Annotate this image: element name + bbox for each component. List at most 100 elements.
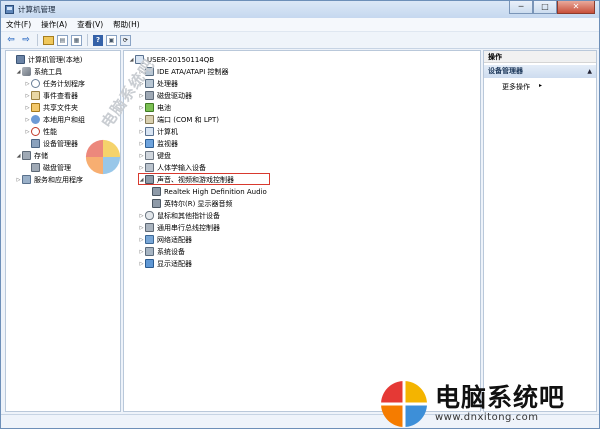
tree-item-shared-folders[interactable]: ▷ 共享文件夹 <box>24 102 78 113</box>
minimize-button[interactable]: ─ <box>509 1 533 14</box>
tree-item-label: 服务和应用程序 <box>34 175 83 184</box>
actions-section-label: 设备管理器 <box>488 67 523 75</box>
help-button[interactable]: ? <box>93 34 103 46</box>
collapse-up-icon[interactable]: ▲ <box>587 65 592 78</box>
disk-management-icon <box>31 163 40 172</box>
properties-icon[interactable]: ▦ <box>71 34 82 46</box>
tree-expander[interactable]: ◢ <box>15 153 22 159</box>
tree-item-label: 任务计划程序 <box>43 79 85 88</box>
tree-expander[interactable]: ▷ <box>138 249 145 255</box>
device-category[interactable]: ▷ 键盘 <box>138 150 171 161</box>
tree-item-label: 共享文件夹 <box>43 103 78 112</box>
device-label: 监视器 <box>157 139 178 148</box>
highlight-box <box>138 173 270 185</box>
tree-expander[interactable]: ▷ <box>138 117 145 123</box>
tree-expander[interactable]: ▷ <box>24 105 31 111</box>
device-category[interactable]: ▷ 系统设备 <box>138 246 185 257</box>
tree-expander[interactable]: ▷ <box>24 129 31 135</box>
scan-hardware-icon[interactable]: ⟳ <box>120 34 131 46</box>
window-title: 计算机管理 <box>18 5 56 14</box>
device-category[interactable]: ▷ 通用串行总线控制器 <box>138 222 220 233</box>
tree-item-disk-management[interactable]: 磁盘管理 <box>24 162 71 173</box>
device-label: 通用串行总线控制器 <box>157 223 220 232</box>
device-category[interactable]: ▷ 电池 <box>138 102 171 113</box>
close-button[interactable]: ✕ <box>557 1 595 14</box>
tree-item-label: 存储 <box>34 151 48 160</box>
menu-action[interactable]: 操作(A) <box>36 19 72 30</box>
tree-expander[interactable]: ▷ <box>24 81 31 87</box>
device-category[interactable]: ▷ 监视器 <box>138 138 178 149</box>
show-hide-tree-icon[interactable]: ▤ <box>57 34 68 46</box>
device-label: 显示适配器 <box>157 259 192 268</box>
tree-expander[interactable]: ▷ <box>138 105 145 111</box>
battery-icon <box>145 103 154 112</box>
keyboard-icon <box>145 151 154 160</box>
device-label: USER-20150114QB <box>147 55 215 64</box>
tree-expander[interactable]: ▷ <box>138 165 145 171</box>
back-button[interactable]: ⇦ <box>5 34 17 46</box>
tree-item-device-manager[interactable]: 设备管理器 <box>24 138 78 149</box>
menu-file[interactable]: 文件(F) <box>1 19 36 30</box>
device-category[interactable]: ▷ 端口 (COM 和 LPT) <box>138 114 219 125</box>
tree-item-event-viewer[interactable]: ▷ 事件查看器 <box>24 90 78 101</box>
monitor-icon <box>145 139 154 148</box>
device-item[interactable]: 英特尔(R) 显示器音频 <box>152 198 233 209</box>
title-bar: 计算机管理 ─ □ ✕ <box>1 1 599 18</box>
device-category[interactable]: ▷ 显示适配器 <box>138 258 192 269</box>
tree-expander[interactable]: ▷ <box>138 213 145 219</box>
device-category[interactable]: ▷ 人体学输入设备 <box>138 162 206 173</box>
tree-item-storage[interactable]: ◢ 存储 <box>15 150 48 161</box>
toolbar: ⇦ ⇨ ▤ ▦ ? ▣ ⟳ <box>1 32 599 49</box>
menu-view[interactable]: 查看(V) <box>72 19 108 30</box>
computer-management-window: 计算机管理 ─ □ ✕ 文件(F) 操作(A) 查看(V) 帮助(H) ⇦ ⇨ … <box>0 0 600 429</box>
menu-help[interactable]: 帮助(H) <box>108 19 145 30</box>
device-label: Realtek High Definition Audio <box>164 187 267 196</box>
tree-item-system-tools[interactable]: ◢ 系统工具 <box>15 66 62 77</box>
event-viewer-icon <box>31 91 40 100</box>
view-icon[interactable]: ▣ <box>106 34 117 46</box>
services-icon <box>22 175 31 184</box>
device-item[interactable]: Realtek High Definition Audio <box>152 186 267 197</box>
maximize-button[interactable]: □ <box>533 1 557 14</box>
tree-expander[interactable]: ▷ <box>138 129 145 135</box>
network-adapter-icon <box>145 235 154 244</box>
device-category[interactable]: ▷ 磁盘驱动器 <box>138 90 192 101</box>
window-controls: ─ □ ✕ <box>509 1 595 14</box>
device-category[interactable]: ▷ 计算机 <box>138 126 178 137</box>
tree-item-task-scheduler[interactable]: ▷ 任务计划程序 <box>24 78 85 89</box>
audio-device-icon <box>152 187 161 196</box>
tree-item-computer-management[interactable]: 计算机管理(本地) <box>9 54 82 65</box>
task-scheduler-icon <box>31 79 40 88</box>
shared-folders-icon <box>31 103 40 112</box>
tree-expander[interactable]: ◢ <box>128 57 135 63</box>
tree-expander[interactable]: ▷ <box>138 237 145 243</box>
port-icon <box>145 115 154 124</box>
tree-expander[interactable]: ▷ <box>138 141 145 147</box>
forward-button[interactable]: ⇨ <box>20 34 32 46</box>
more-actions-link[interactable]: 更多操作 <box>502 82 542 92</box>
up-folder-icon[interactable] <box>43 35 54 45</box>
actions-pane: 操作 设备管理器 ▲ 更多操作 <box>483 50 597 412</box>
device-manager-icon <box>31 139 40 148</box>
device-category[interactable]: ▷ 鼠标和其他指针设备 <box>138 210 220 221</box>
tree-expander[interactable]: ◢ <box>15 69 22 75</box>
tree-expander[interactable]: ▷ <box>138 225 145 231</box>
tree-expander[interactable]: ▷ <box>15 177 22 183</box>
tree-expander[interactable]: ▷ <box>138 261 145 267</box>
tree-item-local-users[interactable]: ▷ 本地用户和组 <box>24 114 85 125</box>
device-category[interactable]: ▷ 网络适配器 <box>138 234 192 245</box>
device-label: 鼠标和其他指针设备 <box>157 211 220 220</box>
brand-logo: 电脑系统吧 www.dnxitong.com <box>379 379 565 429</box>
tree-expander[interactable]: ▷ <box>24 93 31 99</box>
tree-expander[interactable]: ▷ <box>138 153 145 159</box>
device-label: 磁盘驱动器 <box>157 91 192 100</box>
mouse-icon <box>145 211 154 220</box>
tree-item-services-apps[interactable]: ▷ 服务和应用程序 <box>15 174 83 185</box>
tree-expander[interactable]: ▷ <box>24 117 31 123</box>
tree-item-performance[interactable]: ▷ 性能 <box>24 126 57 137</box>
display-adapter-icon <box>145 259 154 268</box>
actions-section-device-manager[interactable]: 设备管理器 ▲ <box>484 65 596 78</box>
computer-management-icon <box>16 55 25 64</box>
hid-icon <box>145 163 154 172</box>
device-label: 处理器 <box>157 79 178 88</box>
